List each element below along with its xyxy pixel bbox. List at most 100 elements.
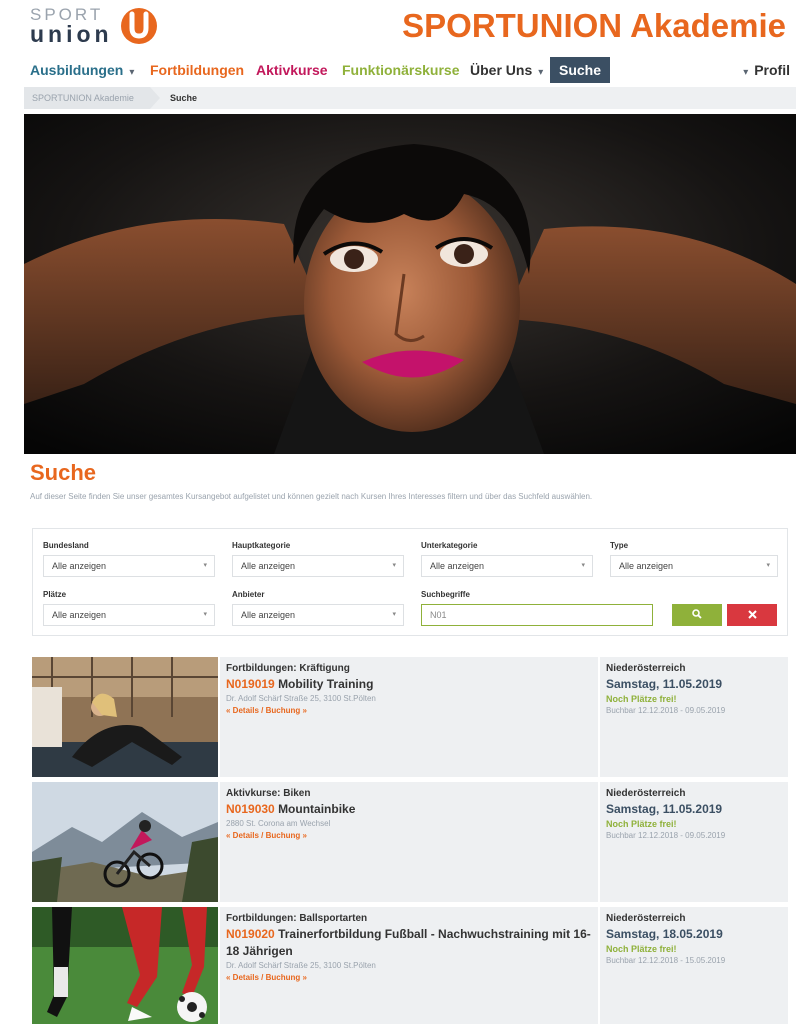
- anbieter-select[interactable]: Alle anzeigen ▾: [232, 604, 404, 626]
- result-region: Niederösterreich: [606, 788, 686, 799]
- nav-item-aktivkurse[interactable]: Aktivkurse: [256, 57, 328, 83]
- mobility-training-image: [32, 657, 218, 777]
- search-intro-text: Auf dieser Seite finden Sie unser gesamt…: [30, 492, 593, 501]
- hero-portrait-image: [24, 114, 796, 454]
- details-booking-link[interactable]: « Details / Buchung »: [226, 830, 592, 842]
- result-code: N019030: [226, 802, 275, 816]
- result-title-text: Trainerfortbildung Fußball - Nachwuchstr…: [226, 927, 591, 958]
- result-bookable: Buchbar 12.12.2018 - 09.05.2019: [606, 831, 726, 840]
- result-address: Dr. Adolf Schärf Straße 25, 3100 St.Pölt…: [226, 961, 376, 970]
- nav-item-ueber-uns[interactable]: Über Uns ▾: [470, 57, 543, 83]
- result-meta: Niederösterreich Samstag, 18.05.2019 Noc…: [600, 907, 788, 1024]
- result-bookable: Buchbar 12.12.2018 - 09.05.2019: [606, 706, 726, 715]
- anbieter-value: Alle anzeigen: [241, 610, 296, 620]
- main-nav: Ausbildungen ▾ Fortbildungen Aktivkurse F…: [30, 57, 790, 83]
- search-icon: [692, 609, 702, 619]
- result-region: Niederösterreich: [606, 663, 686, 674]
- anbieter-label: Anbieter: [232, 590, 265, 599]
- nav-item-profil[interactable]: ▾ Profil: [743, 57, 790, 83]
- result-details: Fortbildungen: Ballsportarten N019020 Tr…: [220, 907, 598, 1024]
- search-page-title: Suche: [30, 460, 97, 485]
- result-date: Samstag, 11.05.2019: [606, 802, 723, 816]
- type-value: Alle anzeigen: [619, 561, 674, 571]
- type-label: Type: [610, 541, 629, 550]
- nav-label: Fortbildungen: [150, 62, 245, 78]
- nav-label: Über Uns: [470, 62, 533, 78]
- result-title[interactable]: N019020 Trainerfortbildung Fußball - Nac…: [226, 926, 592, 960]
- result-address: 2880 St. Corona am Wechsel: [226, 819, 331, 828]
- result-image-mobility[interactable]: [32, 657, 218, 777]
- unterkategorie-value: Alle anzeigen: [430, 561, 485, 571]
- result-title-text: Mountainbike: [278, 802, 356, 816]
- unterkategorie-select[interactable]: Alle anzeigen ▾: [421, 555, 593, 577]
- sportunion-logo[interactable]: SPORT union: [30, 6, 160, 46]
- result-title[interactable]: N019019 Mobility Training: [226, 676, 592, 693]
- football-training-image: [32, 907, 218, 1024]
- clear-button[interactable]: [727, 604, 777, 626]
- search-input-value: N01: [430, 610, 447, 620]
- result-title-text: Mobility Training: [278, 677, 374, 691]
- plaetze-select[interactable]: Alle anzeigen ▾: [43, 604, 215, 626]
- mountainbike-image: [32, 782, 218, 902]
- hero-image: [24, 114, 796, 454]
- breadcrumb-item-current: Suche: [170, 93, 198, 103]
- breadcrumb-item-home[interactable]: SPORTUNION Akademie: [32, 87, 134, 109]
- result-code: N019019: [226, 677, 275, 691]
- result-bookable: Buchbar 12.12.2018 - 15.05.2019: [606, 956, 726, 965]
- result-availability: Noch Plätze frei!: [606, 694, 677, 704]
- result-title[interactable]: N019030 Mountainbike: [226, 801, 592, 818]
- details-booking-link[interactable]: « Details / Buchung »: [226, 705, 592, 717]
- chevron-down-icon: ▾: [129, 67, 135, 78]
- bundesland-label: Bundesland: [43, 541, 89, 550]
- result-item: Fortbildungen: Ballsportarten N019020 Tr…: [32, 907, 788, 1024]
- nav-item-funktionaerskurse[interactable]: Funktionärskurse: [342, 57, 459, 83]
- site-title[interactable]: SPORTUNION Akademie: [402, 6, 786, 46]
- chevron-down-icon: ▾: [538, 67, 544, 78]
- result-category: Aktivkurse: Biken: [226, 788, 311, 799]
- details-booking-link[interactable]: « Details / Buchung »: [226, 972, 592, 984]
- result-meta: Niederösterreich Samstag, 11.05.2019 Noc…: [600, 782, 788, 902]
- result-availability: Noch Plätze frei!: [606, 944, 677, 954]
- hauptkategorie-label: Hauptkategorie: [232, 541, 291, 550]
- result-address: Dr. Adolf Schärf Straße 25, 3100 St.Pölt…: [226, 694, 376, 703]
- nav-label: Funktionärskurse: [342, 62, 460, 78]
- chevron-down-icon: ▾: [581, 562, 585, 569]
- nav-label: Suche: [559, 62, 602, 78]
- result-meta: Niederösterreich Samstag, 11.05.2019 Noc…: [600, 657, 788, 777]
- result-date: Samstag, 18.05.2019: [606, 927, 723, 941]
- filter-panel: Bundesland Hauptkategorie Unterkategorie…: [32, 528, 788, 636]
- result-details: Aktivkurse: Biken N019030 Mountainbike 2…: [220, 782, 598, 902]
- breadcrumb: SPORTUNION Akademie Suche: [24, 87, 796, 109]
- nav-label: Ausbildungen: [30, 62, 124, 78]
- result-region: Niederösterreich: [606, 913, 686, 924]
- result-code: N019020: [226, 927, 275, 941]
- search-button[interactable]: [672, 604, 722, 626]
- nav-label: Aktivkurse: [256, 62, 328, 78]
- logo-union-text: union: [30, 21, 113, 47]
- bundesland-select[interactable]: Alle anzeigen ▾: [43, 555, 215, 577]
- chevron-down-icon: ▾: [203, 611, 207, 618]
- result-item: Fortbildungen: Kräftigung N019019 Mobili…: [32, 657, 788, 777]
- nav-item-fortbildungen[interactable]: Fortbildungen: [150, 57, 244, 83]
- hauptkategorie-value: Alle anzeigen: [241, 561, 296, 571]
- chevron-down-icon: ▾: [766, 562, 770, 569]
- close-icon: [747, 610, 757, 619]
- result-item: Aktivkurse: Biken N019030 Mountainbike 2…: [32, 782, 788, 902]
- chevron-down-icon: ▾: [743, 67, 749, 78]
- result-details: Fortbildungen: Kräftigung N019019 Mobili…: [220, 657, 598, 777]
- logo-mark-icon: [121, 8, 157, 44]
- suchbegriffe-label: Suchbegriffe: [421, 590, 470, 599]
- nav-item-ausbildungen[interactable]: Ausbildungen ▾: [30, 57, 134, 83]
- unterkategorie-label: Unterkategorie: [421, 541, 478, 550]
- type-select[interactable]: Alle anzeigen ▾: [610, 555, 778, 577]
- chevron-down-icon: ▾: [392, 611, 396, 618]
- result-category: Fortbildungen: Kräftigung: [226, 663, 350, 674]
- nav-item-suche[interactable]: Suche: [550, 57, 611, 83]
- result-image-mountainbike[interactable]: [32, 782, 218, 902]
- hauptkategorie-select[interactable]: Alle anzeigen ▾: [232, 555, 404, 577]
- search-input[interactable]: N01: [421, 604, 653, 626]
- result-image-fussball[interactable]: [32, 907, 218, 1024]
- result-availability: Noch Plätze frei!: [606, 819, 677, 829]
- chevron-down-icon: ▾: [203, 562, 207, 569]
- result-date: Samstag, 11.05.2019: [606, 677, 723, 691]
